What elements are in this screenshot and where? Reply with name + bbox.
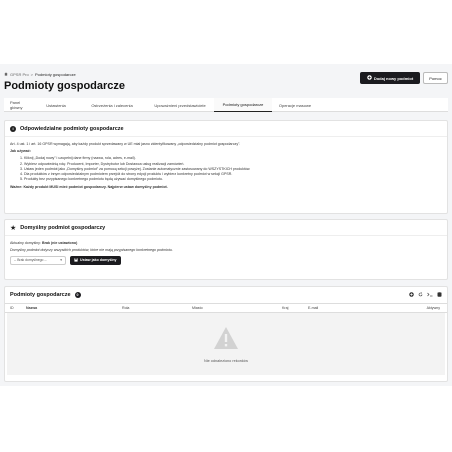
tab-dashboard[interactable]: Panel główny (4, 98, 34, 112)
entities-list-title: Podmioty gospodarcze (10, 292, 71, 298)
breadcrumb-current: Podmioty gospodarcze (35, 72, 76, 77)
tab-settings[interactable]: Ustawienia (34, 98, 78, 112)
current-default-label: Aktualny domyślny: (10, 241, 41, 245)
responsible-entities-header: i Odpowiedzialne podmioty gospodarcze (5, 121, 447, 137)
col-role[interactable]: Rola (117, 306, 187, 310)
tab-representatives[interactable]: Upoważnieni przedstawiciele (146, 98, 214, 112)
default-entity-body: Aktualny domyślny: Brak (nie ustawiono) … (5, 236, 447, 270)
entities-count-badge: 0 (74, 292, 81, 298)
home-icon (4, 72, 8, 77)
info-circle-icon: i (10, 125, 16, 132)
default-entity-select[interactable]: -- Brak domyślnego -- ▾ (10, 256, 66, 266)
empty-state: Nie odnaleziono rekordów (7, 313, 445, 375)
set-default-label: Ustaw jako domyślny (80, 258, 117, 263)
how-to-heading: Jak używać: (10, 149, 31, 154)
plus-circle-icon (367, 75, 372, 81)
list-item: Produkty bez przypisanego konkretnego po… (24, 177, 442, 182)
warning-triangle-icon (213, 326, 239, 355)
entities-list-card: Podmioty gospodarcze 0 ID Nazwa Rola Mia… (4, 286, 448, 382)
refresh-icon[interactable] (418, 291, 423, 299)
responsible-entities-title: Odpowiedzialne podmioty gospodarcze (20, 125, 124, 132)
set-default-button[interactable]: Ustaw jako domyślny (70, 256, 121, 266)
how-to-steps: Kliknij „Dodaj nowy” i uzupełnij dane fi… (10, 156, 442, 182)
breadcrumb-home[interactable]: GPSR Pro (10, 72, 29, 77)
important-note: Ważne: Każdy produkt MUSI mieć podmiot g… (10, 185, 168, 190)
breadcrumb: GPSR Pro > Podmioty gospodarcze (4, 72, 76, 77)
col-email[interactable]: E-mail (303, 306, 393, 310)
default-entity-title: Domyślny podmiot gospodarczy (20, 224, 106, 231)
gpsr-intro: Art. 4 ust. 1 i art. 16 GPSR wymagają, a… (10, 142, 241, 146)
list-toolbar (409, 291, 442, 299)
database-icon[interactable] (437, 291, 442, 299)
empty-state-text: Nie odnaleziono rekordów (204, 358, 248, 363)
default-entity-header: ★ Domyślny podmiot gospodarczy (5, 220, 447, 236)
col-city[interactable]: Miasto (187, 306, 277, 310)
tab-economic-operators[interactable]: Podmioty gospodarcze (214, 98, 272, 112)
responsible-entities-body: Art. 4 ust. 1 i art. 16 GPSR wymagają, a… (5, 137, 447, 198)
add-icon[interactable] (409, 291, 414, 299)
chevron-down-icon: ▾ (60, 258, 62, 263)
tab-warnings[interactable]: Ostrzeżenia i zalecenia (78, 98, 146, 112)
tab-bulk-operations[interactable]: Operacje masowe (272, 98, 318, 112)
current-default: Aktualny domyślny: Brak (nie ustawiono) (10, 241, 442, 246)
table-header: ID Nazwa Rola Miasto Kraj E-mail Aktywny (5, 303, 447, 313)
responsible-entities-card: i Odpowiedzialne podmioty gospodarcze Ar… (4, 120, 448, 214)
default-entity-select-value: -- Brak domyślnego -- (14, 258, 47, 263)
save-icon (74, 258, 78, 264)
col-name[interactable]: Nazwa (21, 306, 117, 310)
default-entity-hint: Domyślny podmiot dotyczy wszystkich prod… (10, 248, 173, 253)
col-id[interactable]: ID (5, 306, 21, 310)
terminal-icon[interactable] (427, 292, 433, 299)
current-default-value: Brak (nie ustawiono) (41, 241, 78, 245)
add-entity-label: Dodaj nowy podmiot (373, 75, 414, 81)
default-entity-card: ★ Domyślny podmiot gospodarczy Aktualny … (4, 219, 448, 280)
star-icon: ★ (10, 224, 17, 232)
entities-list-header: Podmioty gospodarcze 0 (5, 287, 447, 303)
tab-bar: Panel główny Ustawienia Ostrzeżenia i za… (4, 98, 448, 112)
page-title: Podmioty gospodarcze (4, 80, 126, 92)
default-entity-controls: -- Brak domyślnego -- ▾ Ustaw jako domyś… (10, 256, 442, 266)
col-country[interactable]: Kraj (277, 306, 303, 310)
col-active[interactable]: Aktywny (393, 306, 445, 310)
help-button[interactable]: Pomoc (423, 72, 448, 84)
breadcrumb-separator: > (30, 72, 34, 77)
add-entity-button[interactable]: Dodaj nowy podmiot (360, 72, 420, 84)
